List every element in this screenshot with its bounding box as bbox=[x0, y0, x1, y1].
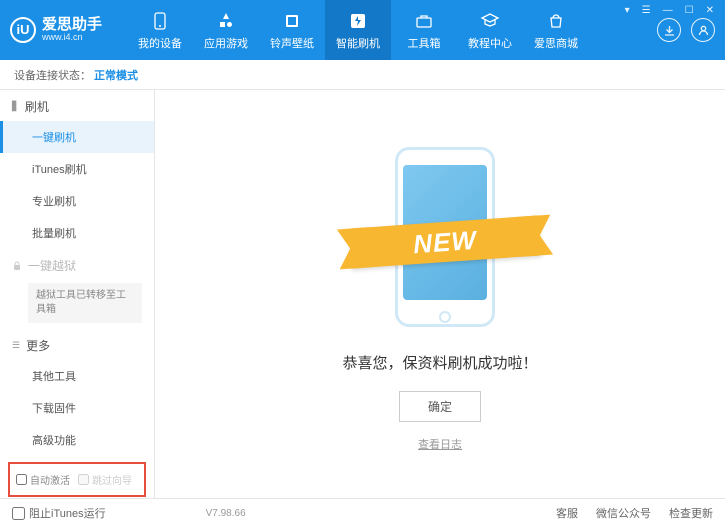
main-content: NEW 恭喜您，保资料刷机成功啦！ 确定 查看日志 bbox=[155, 90, 725, 498]
download-button[interactable] bbox=[657, 18, 681, 42]
sidebar-item-download-firmware[interactable]: 下载固件 bbox=[0, 392, 154, 424]
flash-icon bbox=[347, 10, 369, 32]
sidebar: ▋ 刷机 一键刷机 iTunes刷机 专业刷机 批量刷机 一键越狱 越狱工具已转… bbox=[0, 90, 155, 498]
sidebar-group-jailbreak: 一键越狱 bbox=[0, 249, 154, 280]
view-log-link[interactable]: 查看日志 bbox=[418, 436, 462, 452]
sidebar-item-pro-flash[interactable]: 专业刷机 bbox=[0, 185, 154, 217]
logo: iU 爱思助手 www.i4.cn bbox=[10, 17, 102, 43]
nav-toolbox[interactable]: 工具箱 bbox=[391, 0, 457, 60]
header: ▾ ☰ — ☐ ✕ iU 爱思助手 www.i4.cn 我的设备 应用游戏 铃声… bbox=[0, 0, 725, 60]
nav-ringtones[interactable]: 铃声壁纸 bbox=[259, 0, 325, 60]
jailbreak-note: 越狱工具已转移至工具箱 bbox=[28, 283, 142, 323]
close-icon[interactable]: ✕ bbox=[703, 5, 717, 16]
sidebar-item-advanced[interactable]: 高级功能 bbox=[0, 424, 154, 456]
window-controls: ▾ ☰ — ☐ ✕ bbox=[622, 5, 717, 16]
sidebar-group-flash[interactable]: ▋ 刷机 bbox=[0, 90, 154, 121]
minimize-icon[interactable]: — bbox=[660, 5, 676, 16]
lock-icon bbox=[12, 261, 22, 271]
version-label: V7.98.66 bbox=[206, 508, 246, 519]
success-illustration: NEW bbox=[365, 137, 515, 337]
sidebar-item-other-tools[interactable]: 其他工具 bbox=[0, 360, 154, 392]
sidebar-group-more[interactable]: ☰ 更多 bbox=[0, 329, 154, 360]
footer: 阻止iTunes运行 V7.98.66 客服 微信公众号 检查更新 bbox=[0, 498, 725, 527]
ok-button[interactable]: 确定 bbox=[399, 391, 481, 422]
footer-check-update[interactable]: 检查更新 bbox=[669, 505, 713, 521]
nav-store[interactable]: 爱思商城 bbox=[523, 0, 589, 60]
menu-icon[interactable]: ▾ bbox=[622, 5, 633, 16]
apps-icon bbox=[215, 10, 237, 32]
top-nav: 我的设备 应用游戏 铃声壁纸 智能刷机 工具箱 教程中心 爱思商城 bbox=[127, 0, 657, 60]
ringtone-icon bbox=[281, 10, 303, 32]
sidebar-item-oneclick-flash[interactable]: 一键刷机 bbox=[0, 121, 154, 153]
header-actions bbox=[657, 18, 715, 42]
chevron-down-icon: ▋ bbox=[12, 101, 19, 112]
sidebar-item-itunes-flash[interactable]: iTunes刷机 bbox=[0, 153, 154, 185]
status-mode: 正常模式 bbox=[94, 67, 138, 83]
status-bar: 设备连接状态： 正常模式 bbox=[0, 60, 725, 90]
nav-tutorials[interactable]: 教程中心 bbox=[457, 0, 523, 60]
nav-my-device[interactable]: 我的设备 bbox=[127, 0, 193, 60]
maximize-icon[interactable]: ☐ bbox=[682, 5, 697, 16]
success-message: 恭喜您，保资料刷机成功啦！ bbox=[342, 352, 537, 373]
footer-wechat[interactable]: 微信公众号 bbox=[596, 505, 651, 521]
app-url: www.i4.cn bbox=[42, 33, 102, 43]
auto-activate-checkbox[interactable]: 自动激活 bbox=[16, 472, 70, 487]
nav-flash[interactable]: 智能刷机 bbox=[325, 0, 391, 60]
toolbox-icon bbox=[413, 10, 435, 32]
user-button[interactable] bbox=[691, 18, 715, 42]
status-prefix: 设备连接状态： bbox=[14, 67, 91, 83]
tutorial-icon bbox=[479, 10, 501, 32]
store-icon bbox=[545, 10, 567, 32]
tray-icon[interactable]: ☰ bbox=[639, 5, 654, 16]
app-title: 爱思助手 bbox=[42, 17, 102, 34]
sidebar-item-batch-flash[interactable]: 批量刷机 bbox=[0, 217, 154, 249]
activation-options: 自动激活 跳过向导 bbox=[8, 462, 146, 497]
logo-icon: iU bbox=[10, 17, 36, 43]
hamburger-icon: ☰ bbox=[12, 340, 20, 351]
device-icon bbox=[149, 10, 171, 32]
block-itunes-checkbox[interactable]: 阻止iTunes运行 bbox=[12, 505, 106, 521]
nav-apps[interactable]: 应用游戏 bbox=[193, 0, 259, 60]
skip-setup-checkbox[interactable]: 跳过向导 bbox=[78, 472, 132, 487]
footer-support[interactable]: 客服 bbox=[556, 505, 578, 521]
new-banner: NEW bbox=[349, 215, 541, 268]
